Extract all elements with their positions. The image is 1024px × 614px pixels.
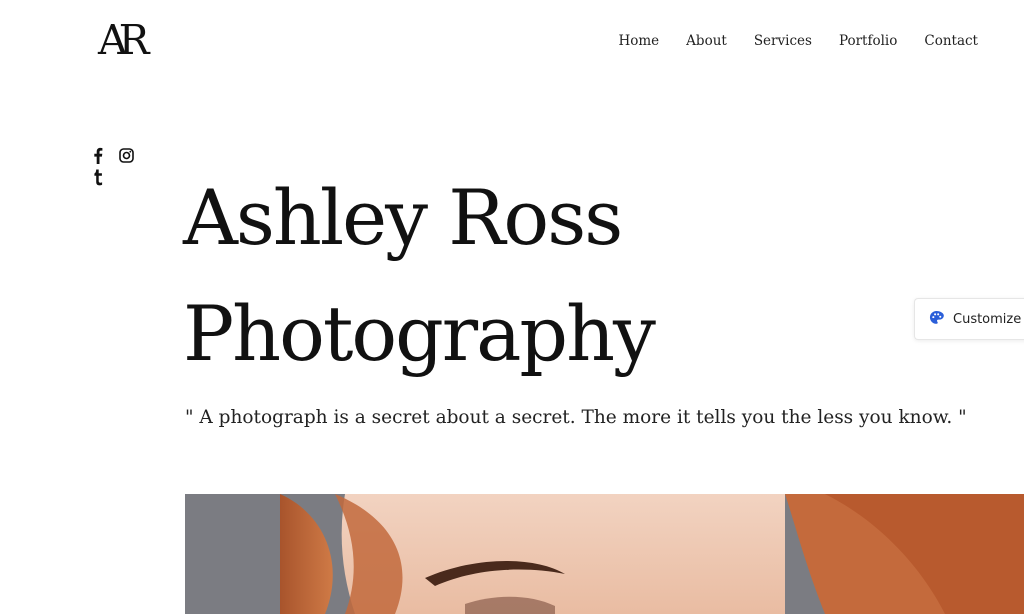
site-logo[interactable]: AR [98, 18, 150, 62]
customize-button[interactable]: Customize [914, 298, 1024, 340]
nav-item-portfolio[interactable]: Portfolio [839, 31, 897, 51]
hero-title-line-1: Ashley Ross [183, 173, 623, 262]
main-nav: Home About Services Portfolio Contact [618, 31, 978, 51]
nav-item-contact[interactable]: Contact [924, 31, 978, 51]
instagram-icon[interactable] [118, 146, 134, 164]
hero-quote: " A photograph is a secret about a secre… [185, 407, 967, 428]
nav-item-about[interactable]: About [686, 31, 727, 51]
hero-portrait-image [185, 494, 1024, 614]
tumblr-icon[interactable] [90, 168, 106, 186]
customize-label: Customize [953, 311, 1022, 327]
hero-title: Ashley Ross Photography [183, 160, 656, 392]
portrait-illustration [185, 494, 1024, 614]
nav-item-services[interactable]: Services [754, 31, 812, 51]
facebook-icon[interactable] [90, 146, 106, 164]
hero-title-line-2: Photography [183, 289, 656, 378]
palette-icon [929, 310, 944, 329]
nav-item-home[interactable]: Home [618, 31, 659, 51]
social-links [90, 146, 140, 186]
